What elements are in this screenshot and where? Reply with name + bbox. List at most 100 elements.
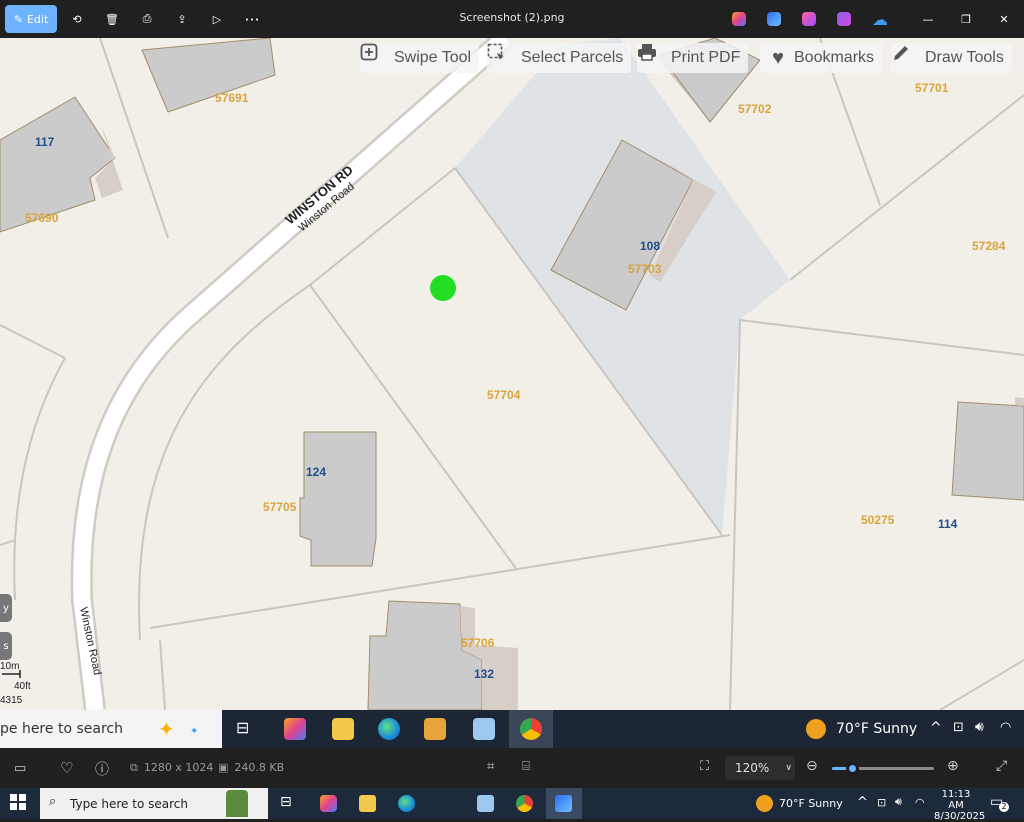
- select-parcels-button[interactable]: Select Parcels: [487, 43, 632, 73]
- captured-search-box: pe here to search ✦ ✦: [0, 710, 222, 748]
- zoom-out-button[interactable]: ⊖: [806, 758, 818, 774]
- edge-taskbar-button[interactable]: [398, 795, 415, 812]
- select-parcels-label: Select Parcels: [521, 49, 624, 66]
- draw-tools-label: Draw Tools: [925, 49, 1004, 66]
- scale-feet: 40ft: [14, 681, 31, 692]
- scan-icon: ⌗: [487, 759, 495, 774]
- bookmarks-label: Bookmarks: [794, 49, 875, 66]
- designer-app-button[interactable]: [765, 5, 783, 33]
- swipe-tool-button[interactable]: Swipe Tool: [360, 43, 480, 73]
- chevron-up-icon: ^: [930, 720, 942, 736]
- notifications-button[interactable]: ▭ 2: [990, 794, 1009, 812]
- image-dimensions: ⧉ 1280 x 1024: [130, 761, 213, 775]
- location-marker[interactable]: [430, 275, 456, 301]
- parcel-id: 57284: [972, 239, 1006, 253]
- side-control-icon: s: [3, 640, 9, 652]
- full-screen-button[interactable]: ⤢: [996, 758, 1007, 774]
- windows-logo-icon: [19, 794, 26, 801]
- save-icon: ▣: [218, 761, 229, 774]
- heart-outline-icon: ♡: [60, 759, 74, 777]
- swipe-tool-label: Swipe Tool: [394, 49, 472, 66]
- wifi-icon: ◠: [1000, 720, 1012, 735]
- volume-icon[interactable]: 🔊︎: [895, 795, 902, 809]
- minimize-icon: —: [922, 12, 934, 26]
- pencil-icon: [894, 46, 919, 68]
- copilot-icon: [732, 12, 746, 26]
- notification-count: 2: [999, 802, 1009, 812]
- chrome-icon: [520, 718, 542, 740]
- favorite-button[interactable]: ♡: [60, 759, 73, 777]
- clipchamp-app-button[interactable]: [800, 5, 818, 33]
- parcel-id: 57705: [263, 500, 297, 514]
- filmstrip-button[interactable]: ▭: [14, 761, 26, 776]
- heart-icon: ♥: [772, 46, 784, 69]
- viewer-status-bar: ▭ ♡ ⓘ ⧉ 1280 x 1024 ▣ 240.8 KB ⌗ ⌸ ⛶ 120…: [0, 748, 1024, 788]
- taskbar-weather[interactable]: 70°F Sunny: [779, 797, 843, 810]
- parcel-id: 57706: [461, 636, 495, 650]
- draw-tools-button[interactable]: Draw Tools: [891, 43, 1012, 73]
- print-pdf-button[interactable]: Print PDF: [637, 43, 749, 73]
- taskbar-search-box[interactable]: ⌕ Type here to search: [40, 788, 268, 819]
- expand-icon: ⤢: [996, 758, 1008, 774]
- tray-chevron-up-icon[interactable]: ^: [857, 795, 868, 810]
- house-number: 108: [640, 239, 660, 253]
- map-side-control[interactable]: s: [0, 632, 12, 660]
- weather-icon: [806, 719, 826, 739]
- visual-search-button[interactable]: ⌗: [487, 759, 494, 774]
- zoom-in-icon: ⊕: [947, 758, 959, 774]
- chrome-taskbar-button[interactable]: [516, 795, 533, 812]
- text-extract-button[interactable]: ⌸: [522, 759, 530, 774]
- zoom-in-button[interactable]: ⊕: [947, 758, 959, 774]
- zoom-out-icon: ⊖: [806, 758, 818, 774]
- copilot-taskbar-button[interactable]: [320, 795, 337, 812]
- zoom-slider[interactable]: [832, 762, 934, 775]
- network-icon: ⊡: [953, 720, 964, 735]
- copilot-app-button[interactable]: [730, 5, 748, 33]
- maximize-button[interactable]: ❐: [956, 5, 976, 33]
- parcel-map: WINSTON RD Winston Road Winston Road 576…: [0, 38, 1024, 710]
- plus-square-icon: [360, 43, 388, 68]
- sparkle-icon: ✦: [190, 726, 199, 737]
- scale-number: 4315: [0, 695, 23, 706]
- minimize-button[interactable]: —: [918, 5, 938, 33]
- video-editor-app-button[interactable]: [835, 5, 853, 33]
- weather-icon: [756, 795, 773, 812]
- chevron-down-icon: ∨: [785, 763, 792, 773]
- scale-meters: 10m: [0, 661, 20, 672]
- restore-icon: ❐: [961, 12, 971, 26]
- viewer-top-bar: ✎ Edit ⟲ 🗑 ⎙ ⇪ ▷ ··· Screenshot (2).png …: [0, 0, 1024, 38]
- close-button[interactable]: ✕: [994, 5, 1014, 33]
- snipping-tool-taskbar-button[interactable]: [546, 788, 582, 819]
- house-number: 117: [35, 135, 55, 149]
- fit-to-window-button[interactable]: ⛶: [700, 759, 709, 774]
- photos-taskbar-button[interactable]: [477, 795, 494, 812]
- task-view-button[interactable]: ⊟: [280, 794, 292, 810]
- search-icon: ⌕: [49, 794, 57, 809]
- designer-icon: [767, 12, 781, 26]
- bookmarks-button[interactable]: ♥ Bookmarks: [760, 43, 883, 73]
- windows-logo-icon: [10, 803, 17, 810]
- start-button[interactable]: [10, 794, 26, 810]
- sparkle-icon: ✦: [158, 717, 175, 741]
- parcel-id: 57690: [25, 211, 59, 225]
- file-explorer-taskbar-button[interactable]: [359, 795, 376, 812]
- zoom-slider-thumb[interactable]: [846, 762, 860, 775]
- clock[interactable]: 11:13 AM 8/30/2025: [934, 789, 985, 822]
- map-image[interactable]: WINSTON RD Winston Road Winston Road 576…: [0, 38, 1024, 710]
- info-icon: ⓘ: [95, 762, 109, 778]
- onedrive-app-button[interactable]: ☁: [870, 5, 890, 33]
- wifi-icon[interactable]: ◠: [915, 796, 925, 809]
- snipping-icon: [555, 795, 572, 812]
- cloud-icon: ☁: [872, 9, 888, 29]
- house-number: 114: [938, 517, 958, 531]
- text-scan-icon: ⌸: [522, 759, 530, 774]
- zoom-level-dropdown[interactable]: 120% ∨: [725, 756, 795, 780]
- printer-icon: [638, 44, 665, 68]
- frankenstein-icon: [226, 790, 248, 817]
- file-size-text: 240.8 KB: [234, 761, 285, 774]
- network-icon[interactable]: ⊡: [877, 796, 886, 809]
- map-side-control[interactable]: y: [0, 594, 12, 622]
- info-button[interactable]: ⓘ: [95, 759, 109, 779]
- clipchamp-icon: [802, 12, 816, 26]
- parcel-id: 50275: [861, 513, 895, 527]
